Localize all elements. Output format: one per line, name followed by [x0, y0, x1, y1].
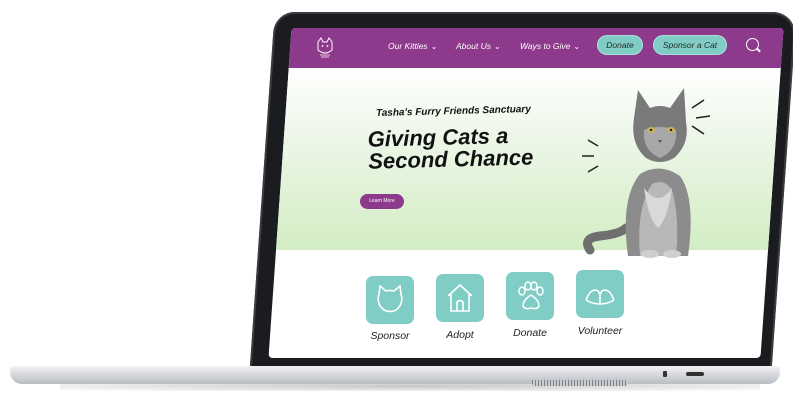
top-nav-bar: Our Kitties ⌄ About Us ⌄ Ways to Give ⌄ Don…	[268, 28, 784, 68]
laptop-port	[686, 372, 704, 376]
adopt-label[interactable]: Adopt	[420, 329, 500, 341]
volunteer-tile[interactable]	[576, 270, 624, 318]
nav-item-label: About Us	[456, 41, 491, 51]
laptop-port	[663, 371, 667, 377]
laptop-mockup: Our Kitties ⌄ About Us ⌄ Ways to Give ⌄ Don…	[0, 0, 793, 414]
cat-face-icon	[377, 284, 403, 313]
chevron-down-icon: ⌄	[493, 42, 501, 51]
sponsor-tile[interactable]	[366, 276, 414, 324]
heart-hands-icon	[585, 289, 615, 305]
nav-item-our-kitties[interactable]: Our Kitties ⌄	[388, 41, 437, 51]
donate-label[interactable]: Donate	[490, 327, 570, 339]
sponsor-a-cat-button[interactable]: Sponsor a Cat	[653, 35, 727, 55]
maine-coon-cat-photo	[582, 88, 711, 258]
nav-item-about-us[interactable]: About Us ⌄	[456, 41, 501, 51]
volunteer-label[interactable]: Volunteer	[560, 325, 640, 337]
house-icon	[447, 283, 473, 312]
laptop-screen: Our Kitties ⌄ About Us ⌄ Ways to Give ⌄ Don…	[268, 28, 784, 358]
cat-logo-icon[interactable]	[314, 36, 336, 60]
adopt-tile[interactable]	[436, 274, 484, 322]
laptop-vent	[532, 380, 628, 386]
chevron-down-icon: ⌄	[430, 42, 438, 51]
donate-button[interactable]: Donate	[597, 35, 643, 55]
chevron-down-icon: ⌄	[573, 42, 581, 51]
paw-print-icon	[518, 281, 544, 310]
hero-title: Giving Cats a Second Chance	[367, 123, 534, 174]
donate-tile[interactable]	[506, 272, 554, 320]
nav-item-ways-to-give[interactable]: Ways to Give ⌄	[520, 41, 580, 51]
search-icon[interactable]	[746, 38, 759, 51]
nav-item-label: Ways to Give	[520, 41, 571, 51]
learn-more-button[interactable]: Learn More	[360, 194, 404, 209]
nav-item-label: Our Kitties	[388, 41, 428, 51]
sponsor-label[interactable]: Sponsor	[350, 330, 430, 342]
